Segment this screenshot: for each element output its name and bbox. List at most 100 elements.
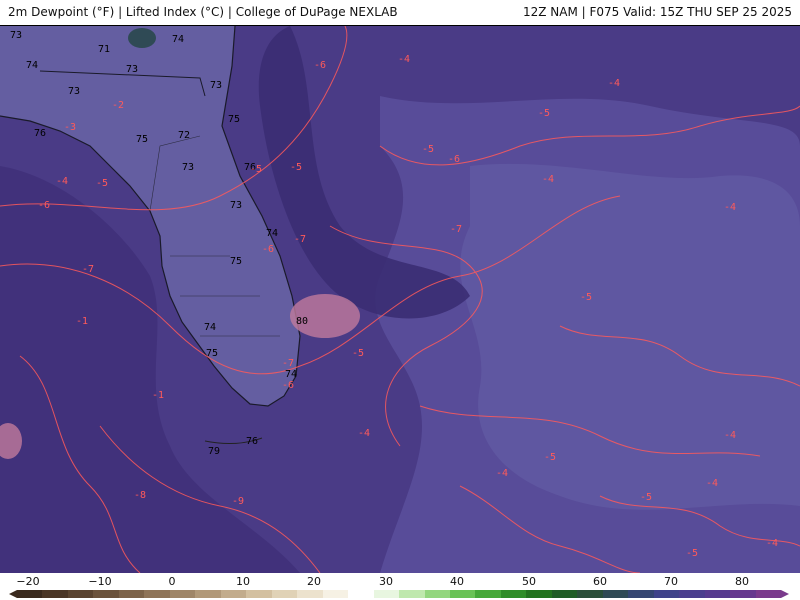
colorbar-swatch: [704, 590, 731, 598]
lifted-index-label: -2: [112, 100, 125, 111]
dewpoint-label: 75: [230, 256, 243, 267]
dewpoint-label: 73: [182, 162, 195, 173]
colorbar-min-arrow: [9, 590, 17, 598]
dewpoint-colorbar: −20 −10 0 10 20 30 40 50 60 70 80: [0, 573, 800, 600]
dewpoint-label: 80: [296, 316, 309, 327]
colorbar-swatch: [551, 590, 578, 598]
dewpoint-label: 74: [26, 60, 39, 71]
colorbar-tick: 20: [307, 575, 321, 588]
lifted-index-label: -6: [262, 244, 275, 255]
dewpoint-label: 73: [230, 200, 243, 211]
dewpoint-label: 75: [206, 348, 219, 359]
colorbar-swatch: [730, 590, 756, 598]
model-valid-time: 12Z NAM | F075 Valid: 15Z THU SEP 25 202…: [522, 5, 792, 19]
colorbar-swatch: [67, 590, 94, 598]
dewpoint-label: 75: [228, 114, 241, 125]
dewpoint-label: 76: [246, 436, 259, 447]
colorbar-swatch: [755, 590, 782, 598]
lifted-index-label: -7: [294, 234, 307, 245]
colorbar-tick: 50: [522, 575, 536, 588]
lifted-index-label: -3: [64, 122, 77, 133]
colorbar-swatch: [246, 590, 272, 598]
colorbar-swatch: [93, 590, 119, 598]
lifted-index-label: -5: [686, 548, 699, 559]
colorbar-tick: −20: [16, 575, 40, 588]
product-title: 2m Dewpoint (°F) | Lifted Index (°C) | C…: [8, 5, 398, 19]
colorbar-swatch: [449, 590, 476, 598]
lifted-index-label: -5: [290, 162, 303, 173]
colorbar-swatch: [577, 590, 603, 598]
lifted-index-label: -4: [398, 54, 411, 65]
dewpoint-label: 73: [68, 86, 81, 97]
lifted-index-label: -6: [448, 154, 461, 165]
lifted-index-label: -5: [640, 492, 653, 503]
dewpoint-label: 74: [204, 322, 217, 333]
colorbar-swatch: [679, 590, 705, 598]
lifted-index-label: -7: [282, 358, 295, 369]
dewpoint-label: 71: [98, 44, 111, 55]
dewpoint-label: 75: [136, 134, 149, 145]
lifted-index-label: -4: [766, 538, 779, 549]
dewpoint-label: 73: [210, 80, 223, 91]
lifted-index-label: -4: [496, 468, 509, 479]
lifted-index-label: -7: [450, 224, 463, 235]
colorbar-swatch: [42, 590, 68, 598]
dewpoint-label: 72: [178, 130, 191, 141]
lifted-index-label: -4: [706, 478, 719, 489]
colorbar-swatch: [628, 590, 654, 598]
colorbar-tick: 60: [593, 575, 607, 588]
lifted-index-label: -8: [134, 490, 147, 501]
lifted-index-label: -4: [724, 202, 737, 213]
weather-map[interactable]: 73 71 74 71 73 74 73 73 76 75 72 73 75 7…: [0, 26, 800, 573]
lifted-index-label: -6: [38, 200, 51, 211]
dewpoint-label: 79: [208, 446, 221, 457]
dewpoint-label: 74: [266, 228, 279, 239]
colorbar-swatch: [271, 590, 298, 598]
lifted-index-label: -4: [56, 176, 69, 187]
lifted-index-label: -9: [232, 496, 245, 507]
lifted-index-label: -5: [352, 348, 365, 359]
dewpoint-label: 74: [172, 34, 185, 45]
colorbar-tick: 40: [450, 575, 464, 588]
lifted-index-label: -5: [580, 292, 593, 303]
colorbar-tick: 70: [664, 575, 678, 588]
colorbar-tick: 30: [379, 575, 393, 588]
lifted-index-label: -4: [608, 78, 621, 89]
dewpoint-70-spot: [128, 28, 156, 48]
colorbar-tick: 80: [735, 575, 749, 588]
colorbar-swatch: [17, 590, 43, 598]
dewpoint-label: 73: [126, 64, 139, 75]
colorbar-swatch: [144, 590, 170, 598]
colorbar-swatch: [526, 590, 552, 598]
colorbar-swatch: [195, 590, 221, 598]
dewpoint-label: 76: [34, 128, 47, 139]
lifted-index-label: -6: [282, 380, 295, 391]
colorbar-max-arrow: [781, 590, 789, 598]
lifted-index-label: -5: [538, 108, 551, 119]
lifted-index-label: -4: [542, 174, 555, 185]
dewpoint-label: 73: [10, 30, 23, 41]
dewpoint-label: 71: [78, 26, 90, 29]
dewpoint-label: 74: [285, 369, 298, 380]
lifted-index-label: -4: [358, 428, 371, 439]
lifted-index-label: -5: [250, 164, 263, 175]
lifted-index-label: -5: [422, 144, 435, 155]
lifted-index-label: -4: [724, 430, 737, 441]
colorbar-tick: −10: [88, 575, 112, 588]
lifted-index-label: -5: [544, 452, 557, 463]
colorbar-swatch: [322, 590, 349, 598]
colorbar-swatch: [653, 590, 680, 598]
colorbar-swatch: [399, 590, 425, 598]
colorbar-swatch: [348, 590, 374, 598]
title-bar: 2m Dewpoint (°F) | Lifted Index (°C) | C…: [0, 0, 800, 26]
colorbar-swatches: [17, 590, 782, 598]
colorbar-swatch: [424, 590, 450, 598]
colorbar-swatch: [500, 590, 527, 598]
lifted-index-label: -1: [76, 316, 89, 327]
dry-pocket: [460, 163, 800, 510]
colorbar-swatch: [297, 590, 323, 598]
colorbar-swatch: [602, 590, 629, 598]
colorbar-swatch: [169, 590, 196, 598]
lifted-index-label: -6: [314, 60, 327, 71]
colorbar-swatch: [373, 590, 400, 598]
